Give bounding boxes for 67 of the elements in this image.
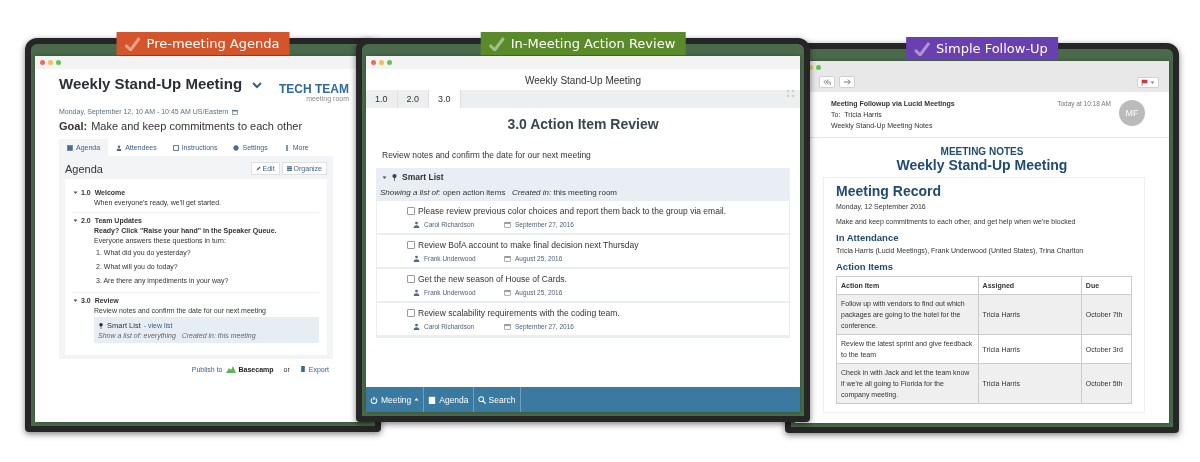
smart-list-title: Smart List bbox=[402, 172, 444, 182]
attendance-title: In Attendance bbox=[836, 232, 900, 243]
caret-icon bbox=[414, 397, 420, 402]
toolbar-button[interactable]: Meeting bbox=[366, 387, 425, 412]
record-title: Meeting Record bbox=[836, 183, 942, 199]
checkbox[interactable] bbox=[407, 207, 415, 215]
list-icon bbox=[286, 166, 292, 171]
reply-all-icon bbox=[823, 78, 831, 86]
person-icon bbox=[413, 255, 420, 262]
chevron-icon[interactable] bbox=[252, 81, 263, 89]
calendar-icon bbox=[504, 323, 511, 330]
feature-badge: Pre-meeting Agenda bbox=[116, 32, 290, 55]
pin-icon bbox=[98, 322, 104, 329]
smart-list-filter: Showing a list of: open action items Created in: this meeting room bbox=[379, 187, 619, 199]
notes-heading: Weekly Stand-Up Meeting bbox=[895, 157, 1069, 175]
person-icon bbox=[413, 221, 420, 228]
check-icon bbox=[124, 36, 141, 51]
window-title: Weekly Stand-Up Meeting bbox=[366, 69, 800, 90]
expand-icon bbox=[787, 90, 794, 97]
forward-button[interactable] bbox=[839, 76, 855, 88]
dots-icon bbox=[283, 144, 290, 151]
toolbar-button[interactable]: Agenda bbox=[424, 387, 474, 412]
section-description: Review notes and confirm the date for our next meeting bbox=[381, 150, 592, 162]
tab[interactable]: 1.0 bbox=[366, 90, 398, 108]
section-title: Agenda bbox=[65, 162, 103, 175]
caret-icon bbox=[73, 190, 78, 195]
checkbox[interactable] bbox=[407, 275, 415, 283]
checkbox[interactable] bbox=[407, 241, 415, 249]
section-heading: 3.0 Action Item Review bbox=[506, 115, 660, 134]
pencil-icon bbox=[255, 166, 261, 171]
calendar-icon bbox=[504, 221, 511, 228]
goal-label: Goal: bbox=[59, 120, 88, 132]
check-icon bbox=[914, 41, 931, 56]
feature-badge: In-Meeting Action Review bbox=[480, 32, 686, 55]
person-icon bbox=[413, 323, 420, 330]
action-items-title: Action Items bbox=[836, 261, 894, 272]
flag-icon bbox=[1141, 78, 1148, 86]
check-icon bbox=[488, 36, 505, 51]
toolbar-button[interactable]: Search bbox=[473, 387, 521, 412]
document-icon bbox=[299, 366, 306, 372]
mountain-icon bbox=[225, 364, 236, 374]
pin-icon bbox=[391, 173, 398, 181]
flag-button[interactable] bbox=[1137, 76, 1159, 88]
action-item-text: Get the new season of House of Cards. bbox=[418, 274, 567, 284]
logo-title: TECH TEAM bbox=[279, 83, 349, 95]
meeting-title: Weekly Stand-Up Meeting bbox=[59, 75, 263, 92]
goal-text: Make and keep commitments to each other bbox=[91, 120, 303, 132]
search-icon bbox=[477, 395, 486, 404]
caret-icon bbox=[1150, 79, 1155, 85]
action-item-text: Please review previous color choices and report them back to the group via email. bbox=[418, 206, 727, 216]
arrow-icon bbox=[843, 78, 851, 86]
avatar: MF bbox=[1119, 100, 1145, 126]
caret-icon bbox=[73, 218, 78, 223]
feature-badge: Simple Follow-Up bbox=[906, 37, 1058, 60]
tab[interactable]: 3.0 bbox=[429, 90, 461, 108]
person-icon bbox=[413, 289, 420, 296]
checkbox[interactable] bbox=[407, 309, 415, 317]
notes-kicker: MEETING NOTES bbox=[939, 145, 1025, 157]
caret-icon bbox=[73, 298, 78, 303]
calendar-icon bbox=[504, 289, 511, 296]
action-item-text: Review BofA account to make final decision next Thursday bbox=[418, 240, 639, 250]
person-icon bbox=[116, 144, 123, 151]
reply-all-button[interactable] bbox=[819, 76, 835, 88]
calendar-icon bbox=[504, 255, 511, 262]
power-icon bbox=[370, 395, 378, 404]
action-item-text: Review scalability requirements with the coding team. bbox=[418, 308, 620, 318]
calendar-icon bbox=[231, 108, 238, 115]
